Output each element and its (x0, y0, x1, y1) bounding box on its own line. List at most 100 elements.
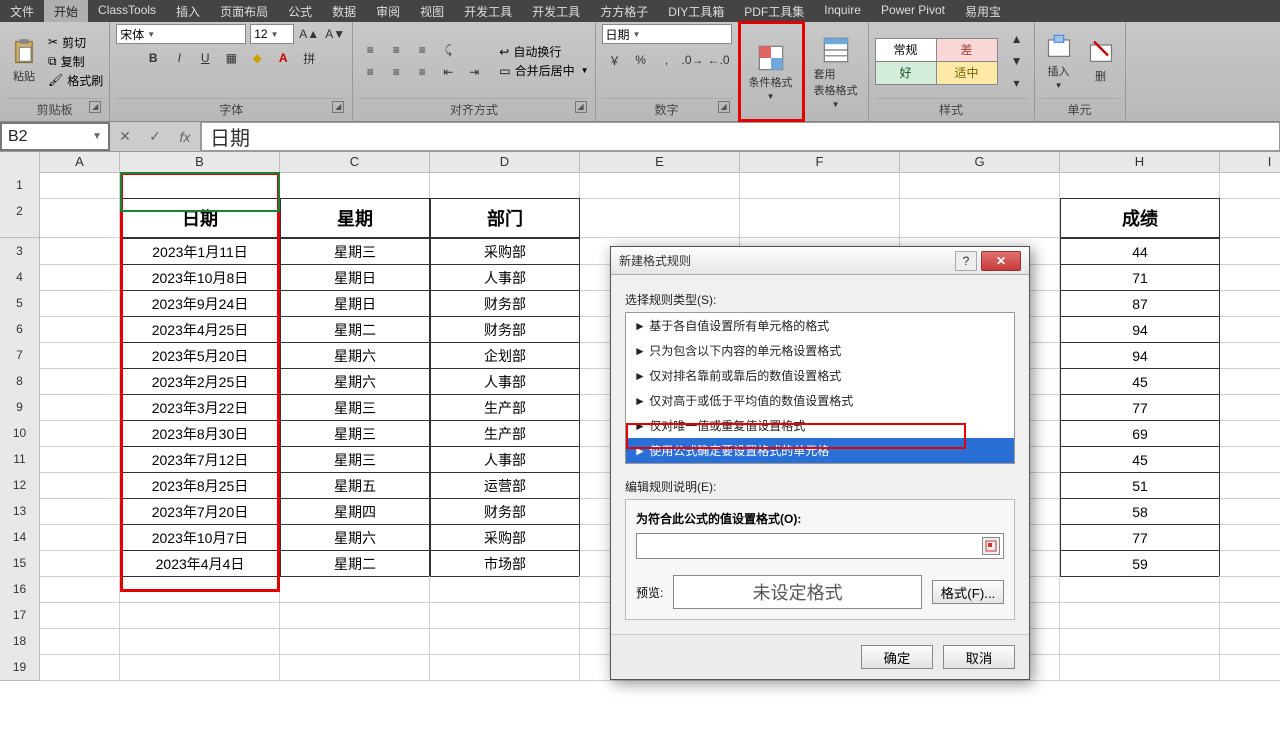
cell[interactable] (1060, 172, 1220, 199)
cell[interactable] (740, 172, 900, 199)
cell[interactable]: 2023年9月24日 (120, 290, 280, 317)
row-header[interactable]: 2 (0, 198, 40, 238)
cell[interactable]: 51 (1060, 472, 1220, 499)
row-header[interactable]: 13 (0, 498, 40, 525)
cell[interactable] (40, 342, 120, 369)
align-bottom-button[interactable]: ≡ (411, 40, 433, 60)
cell[interactable] (1220, 420, 1280, 447)
align-middle-button[interactable]: ≡ (385, 40, 407, 60)
border-button[interactable]: ▦ (220, 48, 242, 68)
align-right-button[interactable]: ≡ (411, 62, 433, 82)
cell[interactable] (1220, 550, 1280, 577)
style-scroll-down[interactable]: ▼ (1006, 51, 1028, 71)
menu-tab[interactable]: 开发工具 (454, 0, 522, 22)
cell[interactable] (40, 524, 120, 551)
cell[interactable] (120, 628, 280, 655)
cell[interactable]: 日期 (120, 198, 280, 238)
cell[interactable]: 运营部 (430, 472, 580, 499)
cell[interactable]: 星期三 (280, 420, 430, 447)
range-picker-icon[interactable] (982, 537, 1000, 555)
fbar-enter[interactable]: ✓ (140, 128, 170, 145)
cell[interactable]: 2023年5月20日 (120, 342, 280, 369)
number-format-select[interactable]: 日期▼ (602, 24, 732, 44)
cell[interactable]: 采购部 (430, 238, 580, 265)
indent-dec-button[interactable]: ⇤ (437, 62, 459, 82)
cell[interactable] (1220, 368, 1280, 395)
fbar-fx[interactable]: fx (170, 129, 200, 145)
cell[interactable]: 人事部 (430, 446, 580, 473)
cell[interactable] (40, 420, 120, 447)
cell[interactable]: 2023年7月20日 (120, 498, 280, 525)
cell[interactable] (120, 576, 280, 603)
menu-tab[interactable]: 方方格子 (590, 0, 658, 22)
font-family-select[interactable]: 宋体▼ (116, 24, 246, 44)
cell[interactable] (40, 628, 120, 655)
cell[interactable] (40, 654, 120, 681)
cell[interactable]: 生产部 (430, 420, 580, 447)
cell[interactable]: 94 (1060, 316, 1220, 343)
cell[interactable] (430, 602, 580, 629)
cell[interactable]: 星期三 (280, 446, 430, 473)
align-top-button[interactable]: ≡ (359, 40, 381, 60)
cell[interactable]: 45 (1060, 368, 1220, 395)
name-box[interactable]: B2▼ (0, 122, 110, 151)
cell[interactable] (1220, 498, 1280, 525)
style-gallery[interactable]: 常规 差 好 适中 (875, 38, 998, 85)
menu-tab[interactable]: 数据 (322, 0, 366, 22)
col-header[interactable]: G (900, 152, 1060, 173)
cell[interactable]: 71 (1060, 264, 1220, 291)
row-header[interactable]: 19 (0, 654, 40, 681)
format-button[interactable]: 格式(F)... (932, 580, 1004, 604)
row-header[interactable]: 16 (0, 576, 40, 603)
ok-button[interactable]: 确定 (861, 645, 933, 669)
merge-center-button[interactable]: ▭合并后居中▼ (499, 62, 588, 79)
cell[interactable] (1220, 198, 1280, 238)
col-header[interactable]: F (740, 152, 900, 173)
grow-font-button[interactable]: A▲ (298, 24, 320, 44)
cell[interactable]: 87 (1060, 290, 1220, 317)
cell[interactable] (40, 172, 120, 199)
menu-tab[interactable]: 开始 (44, 0, 88, 22)
cell[interactable]: 生产部 (430, 394, 580, 421)
table-format-button[interactable]: 套用 表格格式 ▼ (810, 34, 862, 111)
cell[interactable]: 人事部 (430, 264, 580, 291)
cell[interactable] (1220, 472, 1280, 499)
cell[interactable]: 2023年10月7日 (120, 524, 280, 551)
col-header[interactable]: I (1220, 152, 1280, 173)
col-header[interactable]: C (280, 152, 430, 173)
row-header[interactable]: 10 (0, 420, 40, 447)
menu-tab[interactable]: ClassTools (88, 0, 166, 22)
cell[interactable] (120, 172, 280, 199)
rule-type-item[interactable]: ► 仅对高于或低于平均值的数值设置格式 (626, 388, 1014, 413)
cell[interactable]: 77 (1060, 394, 1220, 421)
cell[interactable] (1220, 576, 1280, 603)
cell[interactable] (1060, 628, 1220, 655)
cell[interactable]: 星期三 (280, 238, 430, 265)
cell[interactable] (40, 264, 120, 291)
cell[interactable] (40, 316, 120, 343)
cell[interactable] (430, 654, 580, 681)
cell[interactable]: 星期二 (280, 316, 430, 343)
underline-button[interactable]: U (194, 48, 216, 68)
cell[interactable]: 星期四 (280, 498, 430, 525)
col-header[interactable]: E (580, 152, 740, 173)
cell[interactable] (900, 198, 1060, 238)
style-good[interactable]: 好 (876, 62, 936, 84)
cell[interactable] (40, 238, 120, 265)
align-launcher[interactable]: ◢ (575, 101, 587, 113)
bold-button[interactable]: B (142, 48, 164, 68)
cell[interactable]: 2023年8月30日 (120, 420, 280, 447)
cell[interactable] (1220, 290, 1280, 317)
style-neutral[interactable]: 适中 (937, 62, 997, 84)
style-bad[interactable]: 差 (937, 39, 997, 61)
cell[interactable]: 星期六 (280, 524, 430, 551)
cell[interactable] (40, 498, 120, 525)
cell[interactable]: 77 (1060, 524, 1220, 551)
cell[interactable]: 59 (1060, 550, 1220, 577)
cell[interactable]: 人事部 (430, 368, 580, 395)
cell[interactable] (40, 550, 120, 577)
percent-button[interactable]: % (630, 50, 652, 70)
col-header[interactable]: D (430, 152, 580, 173)
cell[interactable]: 部门 (430, 198, 580, 238)
phonetic-button[interactable]: 拼 (298, 48, 320, 68)
